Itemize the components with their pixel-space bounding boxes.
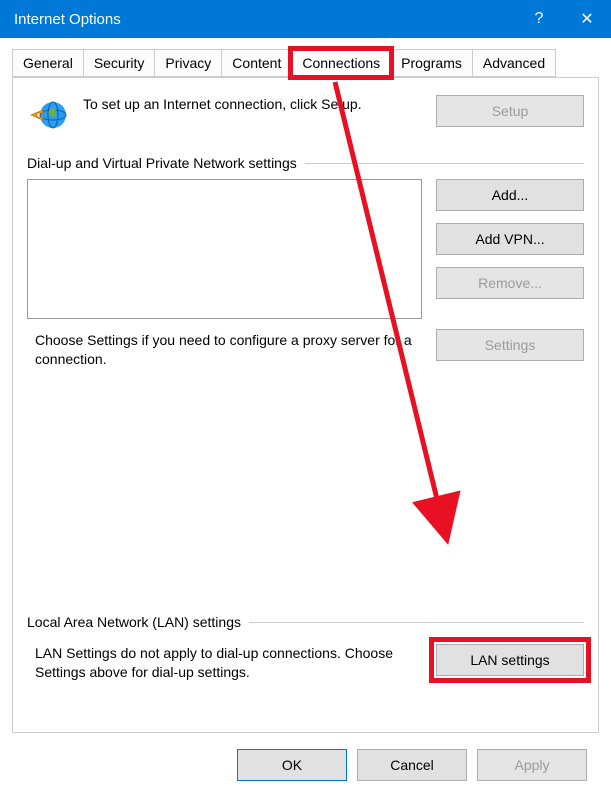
dialup-note-row: Choose Settings if you need to configure… (27, 329, 584, 369)
tab-privacy[interactable]: Privacy (154, 49, 222, 77)
dialup-row: Add... Add VPN... Remove... (27, 179, 584, 319)
title-bar: Internet Options ? ✕ (0, 0, 611, 38)
lan-settings-button[interactable]: LAN settings (436, 644, 584, 676)
add-button[interactable]: Add... (436, 179, 584, 211)
tab-content[interactable]: Content (221, 49, 292, 77)
tab-security[interactable]: Security (83, 49, 156, 77)
help-button[interactable]: ? (515, 0, 563, 38)
dialup-settings-button[interactable]: Settings (436, 329, 584, 361)
dialup-section-header: Dial-up and Virtual Private Network sett… (27, 155, 584, 171)
connections-listbox[interactable] (27, 179, 422, 319)
tab-connections[interactable]: Connections (291, 49, 391, 77)
dialog-body: General Security Privacy Content Connect… (0, 38, 611, 791)
window-title: Internet Options (14, 11, 515, 28)
lan-section-label: Local Area Network (LAN) settings (27, 614, 241, 630)
globe-icon (27, 95, 71, 133)
divider (305, 163, 584, 164)
apply-button[interactable]: Apply (477, 749, 587, 781)
divider (249, 622, 584, 623)
dialup-note: Choose Settings if you need to configure… (27, 329, 422, 369)
setup-button[interactable]: Setup (436, 95, 584, 127)
cancel-button[interactable]: Cancel (357, 749, 467, 781)
tab-advanced[interactable]: Advanced (472, 49, 556, 77)
setup-row: To set up an Internet connection, click … (27, 95, 584, 133)
tab-strip: General Security Privacy Content Connect… (12, 49, 599, 78)
dialup-section-label: Dial-up and Virtual Private Network sett… (27, 155, 297, 171)
tab-programs[interactable]: Programs (390, 49, 473, 77)
lan-section-header: Local Area Network (LAN) settings (27, 614, 584, 630)
bottom-padding (27, 682, 584, 718)
connections-panel: To set up an Internet connection, click … (12, 77, 599, 733)
add-vpn-button[interactable]: Add VPN... (436, 223, 584, 255)
remove-button[interactable]: Remove... (436, 267, 584, 299)
close-button[interactable]: ✕ (563, 0, 611, 38)
ok-button[interactable]: OK (237, 749, 347, 781)
setup-description: To set up an Internet connection, click … (83, 95, 424, 113)
spacer (27, 369, 584, 592)
lan-note: LAN Settings do not apply to dial-up con… (27, 644, 422, 682)
dialog-buttons: OK Cancel Apply (12, 733, 599, 781)
lan-row: LAN Settings do not apply to dial-up con… (27, 644, 584, 682)
close-icon: ✕ (580, 9, 593, 29)
help-icon: ? (535, 10, 544, 28)
tab-general[interactable]: General (12, 49, 84, 77)
dialup-buttons: Add... Add VPN... Remove... (436, 179, 584, 319)
